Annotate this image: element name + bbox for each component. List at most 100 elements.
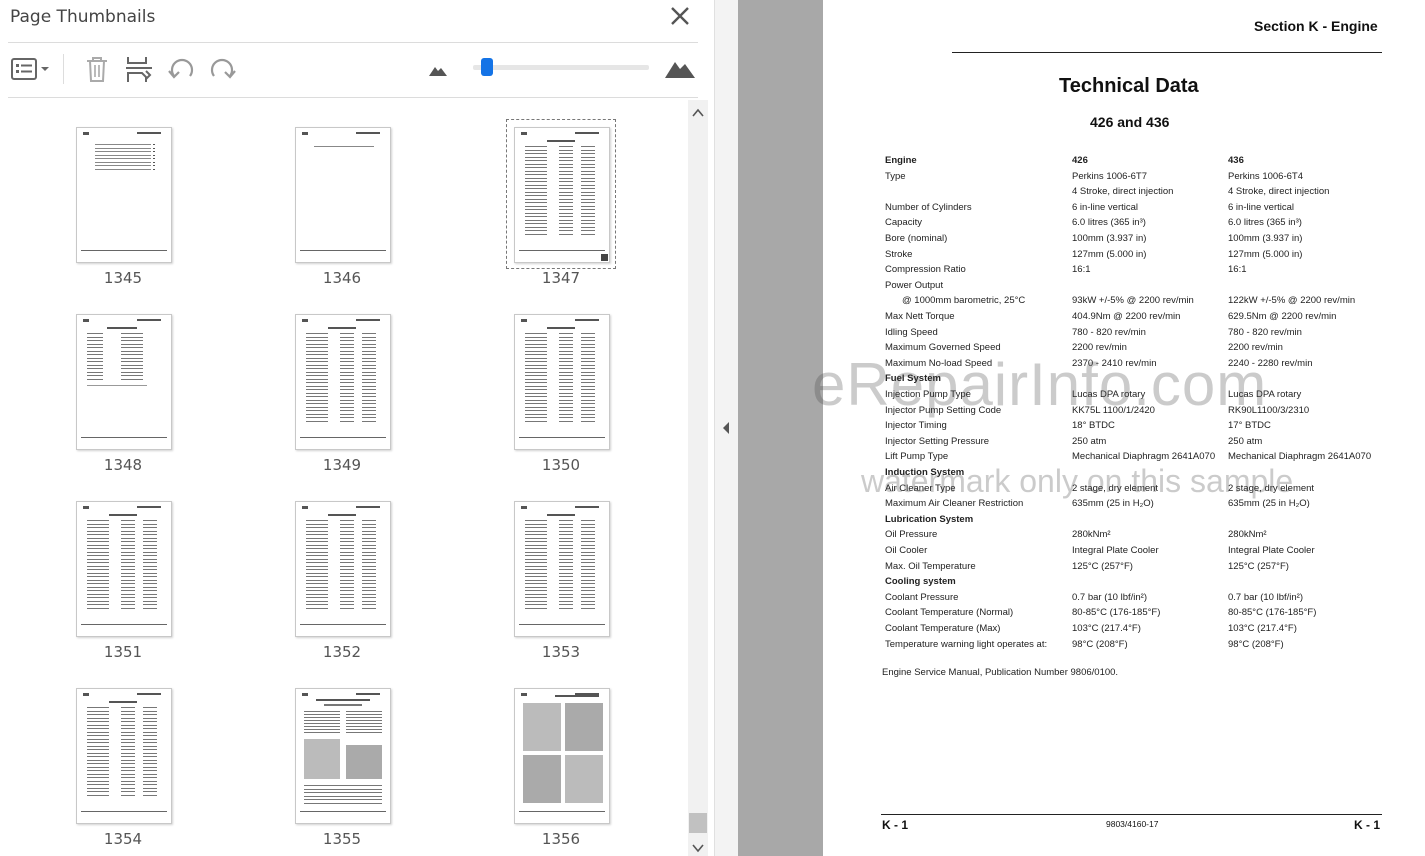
- thumbnail-content-mark: [87, 735, 109, 737]
- thumbnail-content-mark: [525, 586, 547, 588]
- thumbnail-content-mark: [525, 146, 547, 148]
- thumbnail-page-image[interactable]: [514, 688, 610, 824]
- thumbnail-content-mark: [559, 586, 573, 588]
- spec-label: Bore (nominal): [885, 233, 948, 244]
- thumbnail-content-mark: [581, 163, 595, 165]
- thumbnail-content-mark: [87, 724, 109, 726]
- thumbnail-content-mark: [525, 382, 547, 384]
- thumbnail-content-mark: [362, 590, 376, 592]
- thumbnail-content-mark: [121, 548, 135, 550]
- thumbnail-content-mark: [362, 537, 376, 539]
- thumbnail-content-mark: [559, 184, 573, 186]
- thumbnail-content-mark: [581, 223, 595, 225]
- thumbnail-content-mark: [87, 364, 103, 366]
- thumbnail-content-mark: [362, 558, 376, 560]
- scrollbar-thumb[interactable]: [689, 813, 707, 833]
- thumbnail-page-image[interactable]: [514, 501, 610, 637]
- thumbnail-content-mark: [153, 165, 155, 167]
- scroll-up-arrow-icon[interactable]: [688, 105, 708, 121]
- scroll-down-arrow-icon[interactable]: [688, 840, 708, 856]
- thumbnail-content-mark: [559, 343, 573, 345]
- mountain-small-icon[interactable]: [428, 62, 448, 78]
- thumbnail-content-mark: [362, 604, 376, 606]
- thumbnail-page-image[interactable]: [514, 127, 610, 263]
- thumbnail-content-mark: [137, 693, 161, 695]
- thumbnail-zoom-slider[interactable]: [473, 65, 649, 70]
- thumbnail-content-mark: [340, 382, 354, 384]
- thumbnail-content-mark: [559, 541, 573, 543]
- thumbnail-content-mark: [87, 590, 109, 592]
- thumbnail-content-mark: [356, 132, 380, 134]
- thumbnail-content-mark: [346, 717, 382, 719]
- thumbnail-content-mark: [525, 198, 547, 200]
- thumbnail-content-mark: [581, 343, 595, 345]
- thumbnail-content-mark: [121, 714, 135, 716]
- close-icon[interactable]: [668, 4, 692, 28]
- thumbnail-page-image[interactable]: [76, 501, 172, 637]
- thumbnail-content-mark: [362, 597, 376, 599]
- spec-value-426: 98°C (208°F): [1072, 638, 1128, 650]
- thumbnail-content-mark: [306, 406, 328, 408]
- spec-value-436: 0.7 bar (10 lbf/in²): [1228, 591, 1303, 603]
- rotate-counterclockwise-icon[interactable]: [166, 54, 196, 84]
- trash-icon[interactable]: [82, 54, 112, 84]
- thumbnail-content-mark: [340, 389, 354, 391]
- thumbnail-page-image[interactable]: [295, 501, 391, 637]
- thumbnail-content-mark: [306, 389, 328, 391]
- thumbnail-content-mark: [581, 233, 595, 235]
- rotate-clockwise-icon[interactable]: [208, 54, 238, 84]
- thumbnail-content-mark: [581, 226, 595, 228]
- thumbnail-content-mark: [362, 600, 376, 602]
- thumbnail-content-mark: [581, 410, 595, 412]
- thumbnail-page-number: 1345: [103, 269, 143, 287]
- thumbnail-content-mark: [581, 368, 595, 370]
- thumbnail-content-mark: [143, 752, 157, 754]
- spec-value-436: 629.5Nm @ 2200 rev/min: [1228, 311, 1337, 322]
- thumbnail-page-image[interactable]: [76, 688, 172, 824]
- thumbnail-content-mark: [121, 541, 135, 543]
- thumbnail-content-mark: [87, 583, 109, 585]
- thumbnail-content-mark: [300, 437, 386, 438]
- thumbnail-content-mark: [559, 212, 573, 214]
- mountain-large-icon[interactable]: [664, 56, 696, 80]
- thumbnail-content-mark: [559, 191, 573, 193]
- thumbnail-content-mark: [525, 576, 547, 578]
- thumbnail-content-mark: [581, 565, 595, 567]
- thumbnail-content-mark: [525, 371, 547, 373]
- thumbnail-options-icon[interactable]: [10, 54, 54, 84]
- spec-value-426: 93kW +/-5% @ 2200 rev/min: [1072, 295, 1194, 307]
- spec-value-436: 6.0 litres (365 in³): [1228, 217, 1302, 229]
- thumbnail-content-mark: [87, 766, 109, 768]
- thumbnail-content-mark: [306, 583, 328, 585]
- thumbnail-page-image[interactable]: [295, 314, 391, 450]
- thumbnail-content-mark: [559, 548, 573, 550]
- insert-pages-icon[interactable]: [124, 54, 154, 84]
- thumbnail-content-mark: [328, 514, 356, 516]
- thumbnail-content-mark: [143, 780, 157, 782]
- thumbnail-content-mark: [300, 624, 386, 625]
- thumbnail-content-mark: [581, 153, 595, 155]
- zoom-slider-handle[interactable]: [481, 58, 493, 76]
- thumbnail-page-image[interactable]: [295, 688, 391, 824]
- thumbnail-content-mark: [324, 704, 362, 706]
- thumbnail-content-mark: [143, 537, 157, 539]
- spec-value-426: 780 - 820 rev/min: [1072, 326, 1146, 338]
- spec-label: Temperature warning light operates at:: [885, 638, 1048, 650]
- thumbnail-page-image[interactable]: [76, 127, 172, 263]
- thumbnail-content-mark: [121, 520, 135, 522]
- thumbnail-content-mark: [340, 399, 354, 401]
- spec-value-436: 80-85°C (176-185°F): [1228, 607, 1317, 619]
- thumbnail-content-mark: [525, 544, 547, 546]
- thumbnail-content-mark: [95, 144, 151, 146]
- thumbnail-content-mark: [306, 558, 328, 560]
- thumbnail-page-image[interactable]: [514, 314, 610, 450]
- collapse-panel-arrow-icon[interactable]: [720, 420, 732, 436]
- thumbnail-content-mark: [87, 333, 103, 335]
- thumbnail-page-image[interactable]: [76, 314, 172, 450]
- thumbnail-content-mark: [581, 572, 595, 574]
- thumbnail-content-mark: [525, 364, 547, 366]
- thumbnail-page-image[interactable]: [295, 127, 391, 263]
- thumbnail-content-mark: [581, 534, 595, 536]
- scrollbar[interactable]: [688, 100, 708, 856]
- thumbnail-content-mark: [121, 724, 135, 726]
